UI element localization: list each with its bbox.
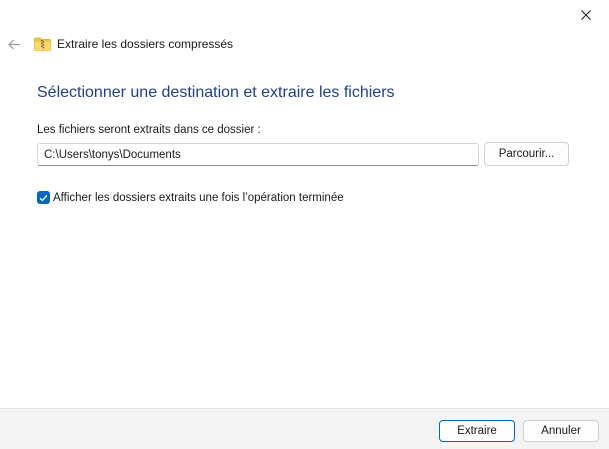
extract-wizard-window: Extraire les dossiers compressés Sélecti… xyxy=(0,0,609,449)
show-extracted-label: Afficher les dossiers extraits une fois … xyxy=(53,191,344,204)
cancel-button[interactable]: Annuler xyxy=(523,420,599,442)
window-title-row: Extraire les dossiers compressés xyxy=(34,35,233,53)
browse-button[interactable]: Parcourir... xyxy=(484,142,569,166)
close-icon xyxy=(581,10,591,20)
page-heading: Sélectionner une destination et extraire… xyxy=(37,84,395,101)
zip-folder-icon xyxy=(34,37,52,51)
close-button[interactable] xyxy=(563,0,609,30)
checkmark-icon xyxy=(39,194,48,201)
show-extracted-option[interactable]: Afficher les dossiers extraits une fois … xyxy=(37,190,344,205)
back-button[interactable] xyxy=(4,36,24,52)
extract-button[interactable]: Extraire xyxy=(439,420,515,442)
destination-label: Les fichiers seront extraits dans ce dos… xyxy=(37,124,261,136)
destination-path-input[interactable] xyxy=(37,143,479,166)
window-title: Extraire les dossiers compressés xyxy=(57,37,234,51)
show-extracted-checkbox[interactable] xyxy=(37,191,50,204)
back-arrow-icon xyxy=(7,39,20,49)
dialog-footer: Extraire Annuler xyxy=(0,408,609,449)
